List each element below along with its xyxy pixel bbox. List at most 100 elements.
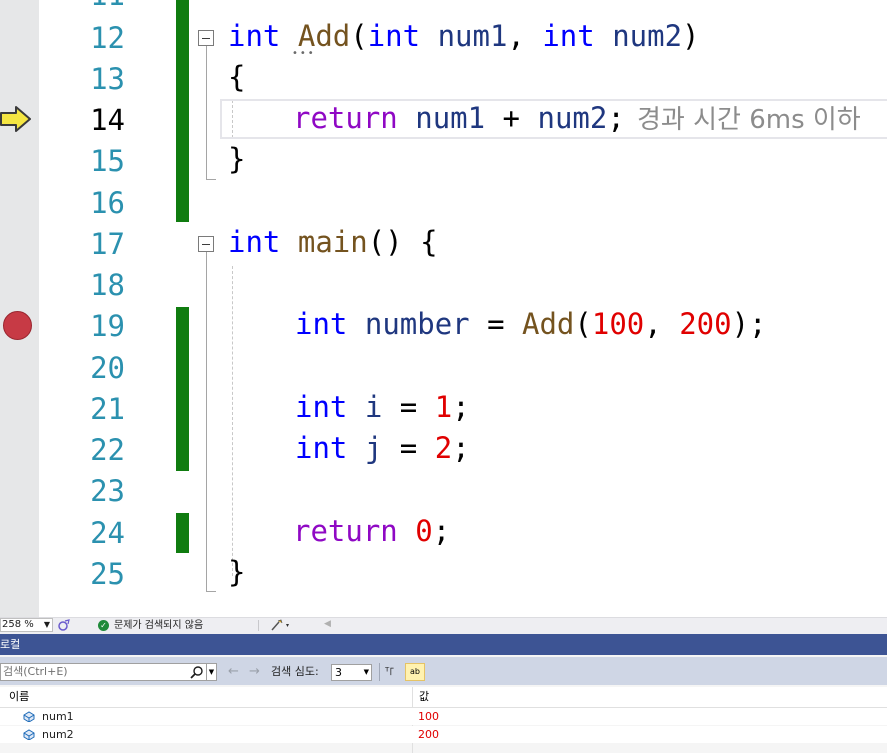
line-number: 16 — [90, 186, 125, 220]
operator: = — [382, 431, 435, 465]
table-row[interactable]: num1 100 — [0, 708, 887, 725]
scroll-left-icon[interactable]: ◀ — [324, 619, 331, 629]
code-editor[interactable]: 11 12 13 14 15 16 17 18 19 20 21 22 23 2… — [0, 0, 887, 617]
table-row[interactable]: num2 200 — [0, 726, 887, 743]
outline-line — [206, 46, 207, 179]
divider — [379, 663, 380, 681]
punctuation: ); — [731, 307, 767, 341]
breakpoint-icon[interactable] — [3, 311, 32, 340]
locals-title: 로컬 — [0, 638, 21, 651]
line-number: 25 — [90, 557, 125, 591]
keyword: int — [542, 19, 595, 53]
intellicode-icon[interactable] — [57, 619, 70, 632]
code-line-19[interactable]: int number = Add(100, 200); — [295, 304, 767, 345]
brace: } — [228, 555, 246, 589]
line-number: 17 — [90, 227, 125, 261]
search-depth-value: 3 — [335, 666, 342, 679]
function-name: Add — [522, 307, 575, 341]
search-icon[interactable] — [190, 665, 204, 679]
zoom-value: 258 % — [2, 619, 34, 630]
line-number: 18 — [90, 268, 125, 302]
zoom-dropdown[interactable]: 258 % ▼ — [0, 618, 53, 632]
parameter: num2 — [537, 101, 608, 135]
indent-guide — [232, 266, 233, 576]
search-options-dropdown[interactable]: ▼ — [207, 663, 217, 681]
punctuation: , — [507, 19, 543, 53]
collapse-toggle-add[interactable] — [198, 30, 214, 46]
keyword: int — [228, 225, 281, 259]
number-literal: 1 — [434, 390, 453, 424]
variable-icon — [23, 711, 35, 722]
arrow-left-icon[interactable]: ← — [228, 663, 239, 681]
outline-line — [206, 179, 216, 180]
line-number-current: 14 — [90, 103, 125, 137]
code-line-13[interactable]: { — [228, 57, 245, 98]
check-circle-icon: ✓ — [98, 620, 109, 631]
code-line-25[interactable]: } — [228, 552, 245, 593]
variable-name: num2 — [42, 728, 74, 741]
line-number: 13 — [90, 62, 125, 96]
variable-value[interactable]: 100 — [418, 709, 439, 724]
code-cleanup-icon[interactable] — [270, 619, 292, 632]
column-header-value[interactable]: 값 — [419, 689, 429, 705]
function-name: main — [297, 225, 368, 259]
number-literal: 100 — [591, 307, 645, 341]
instruction-pointer-arrow-icon — [0, 106, 31, 132]
search-depth-label: 검색 심도: — [271, 665, 319, 678]
code-line-24[interactable]: return 0; — [293, 511, 450, 552]
line-number: 21 — [90, 392, 125, 426]
hex-toggle-label: ab — [410, 667, 420, 676]
change-indicator-bar — [176, 307, 189, 471]
glyph-margin[interactable] — [0, 0, 39, 617]
brace: } — [228, 142, 246, 176]
parameter: num2 — [612, 19, 683, 53]
code-line-17[interactable]: int main() { — [228, 222, 438, 263]
keyword: return — [293, 514, 398, 548]
pin-icon[interactable]: ᵀ꜒ — [385, 663, 395, 681]
line-number: 20 — [90, 351, 125, 385]
arrow-right-icon[interactable]: → — [249, 663, 260, 681]
reference-dots: ••• — [292, 48, 316, 59]
code-line-22[interactable]: int j = 2; — [295, 428, 470, 469]
punctuation: ( — [350, 19, 368, 53]
variable: j — [364, 431, 383, 465]
keyword: int — [367, 19, 421, 53]
line-number: 23 — [90, 474, 125, 508]
code-line-14[interactable]: return num1 + num2; — [293, 98, 625, 139]
variable-value[interactable]: 200 — [418, 727, 439, 742]
keyword: int — [228, 19, 281, 53]
line-number: 11 — [52, 0, 125, 16]
punctuation: , — [644, 307, 680, 341]
keyword: int — [295, 307, 348, 341]
punctuation: ( — [574, 307, 592, 341]
issues-status[interactable]: 문제가 검색되지 않음 — [114, 618, 203, 633]
operator: = — [382, 390, 435, 424]
chevron-down-icon: ▼ — [43, 620, 50, 629]
chevron-down-icon: ▼ — [363, 668, 369, 676]
locals-title-bar[interactable]: 로컬 — [0, 634, 887, 655]
parameter: num1 — [437, 19, 508, 53]
keyword: int — [295, 431, 348, 465]
divider — [258, 620, 259, 631]
code-line-15[interactable]: } — [228, 139, 245, 180]
locals-window: 로컬 검색(Ctrl+E) ▼ ← → 검색 심도: 3 ▼ ᵀ꜒ ab 이름 값… — [0, 634, 887, 753]
punctuation: ; — [432, 514, 451, 548]
line-number: 22 — [90, 433, 125, 467]
operator: = — [469, 307, 523, 341]
locals-search-input[interactable]: 검색(Ctrl+E) — [0, 663, 207, 681]
punctuation: ) — [682, 19, 700, 53]
hex-display-toggle[interactable]: ab — [405, 663, 425, 681]
operator: + — [502, 101, 521, 135]
collapse-toggle-main[interactable] — [198, 236, 214, 252]
elapsed-time-hint: 경과 시간 6ms 이하 — [637, 105, 861, 135]
punctuation: () { — [367, 225, 438, 259]
number-literal: 0 — [415, 514, 433, 548]
search-depth-select[interactable]: 3 ▼ — [331, 664, 372, 681]
column-header-name[interactable]: 이름 — [9, 689, 29, 705]
change-indicator-bar — [176, 513, 189, 553]
line-number: 15 — [90, 144, 125, 178]
line-number: 12 — [90, 21, 125, 55]
code-line-21[interactable]: int i = 1; — [295, 387, 470, 428]
punctuation: ; — [452, 431, 470, 465]
keyword: return — [293, 101, 398, 135]
